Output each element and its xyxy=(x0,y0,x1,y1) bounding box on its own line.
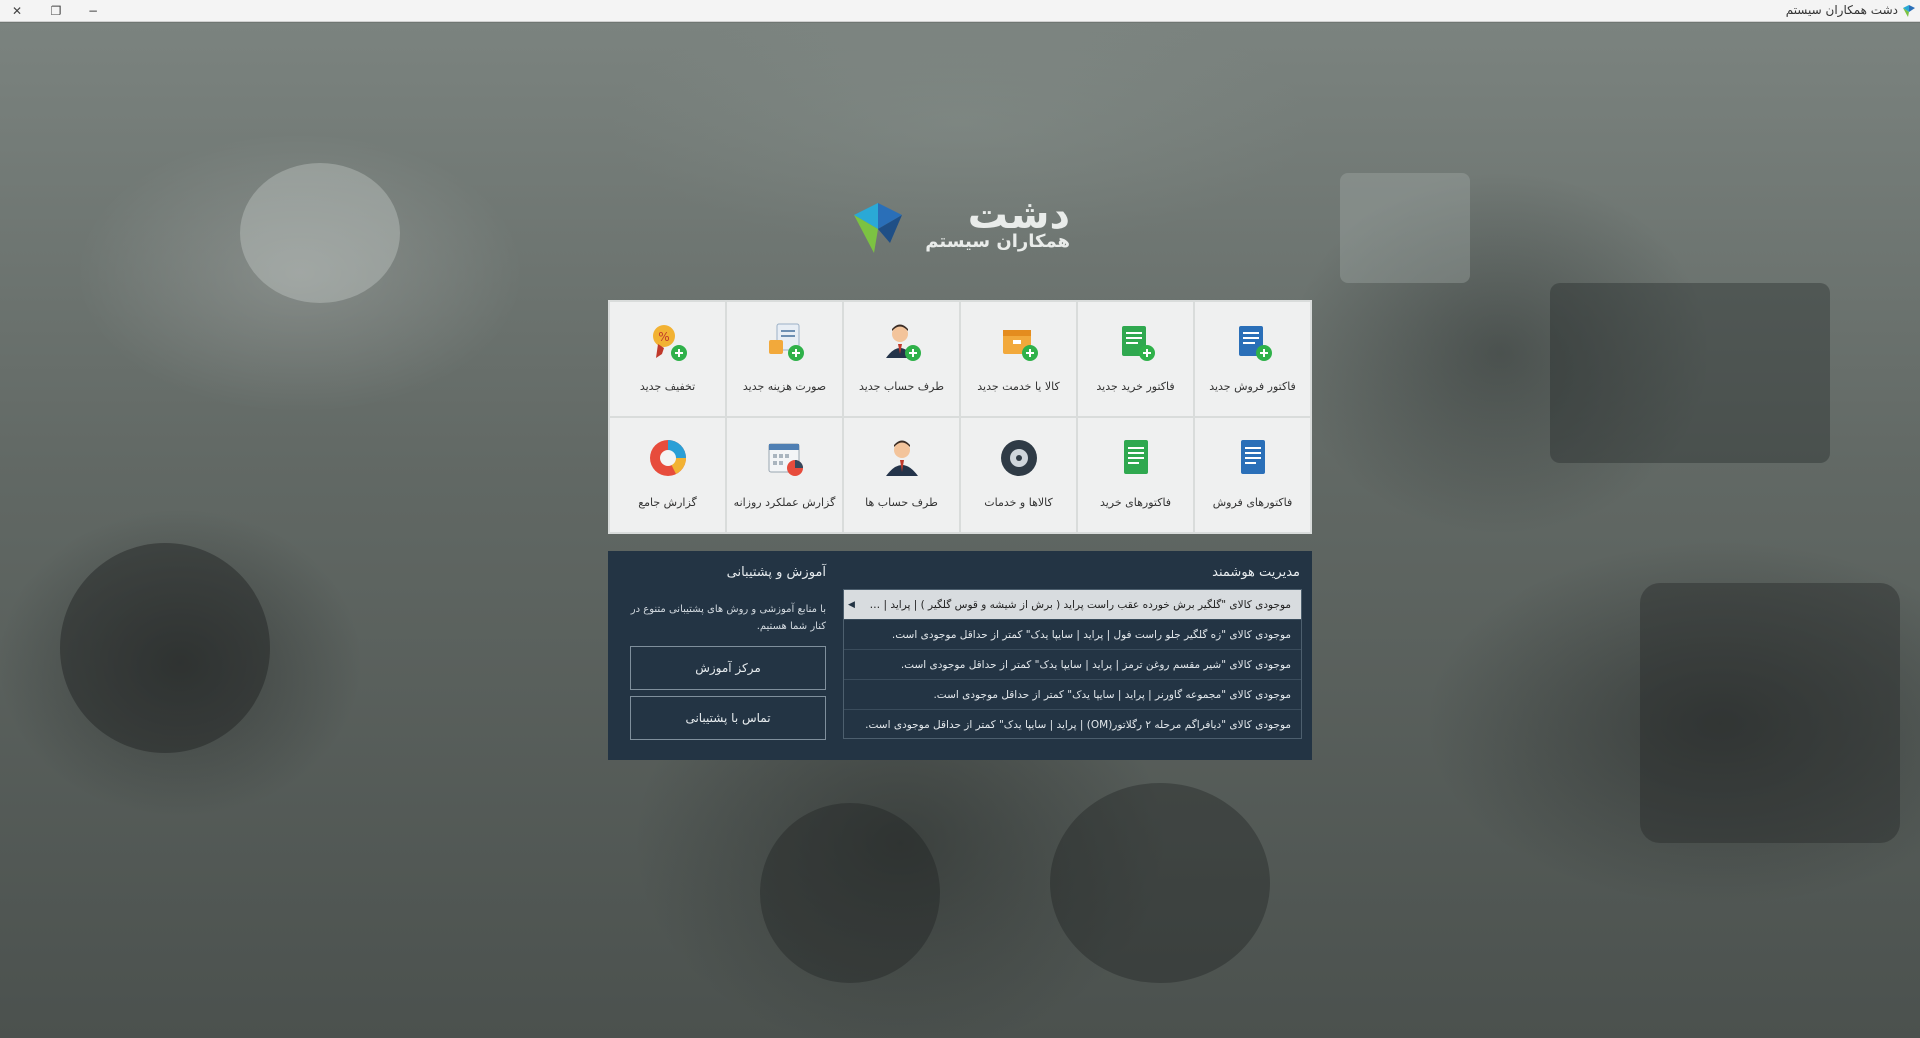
list-item-text: موجودی کالای "مجموعه گاورنر | پراید | سا… xyxy=(933,689,1291,701)
tile-products-services[interactable]: کالاها و خدمات xyxy=(961,418,1076,532)
app-logo-icon xyxy=(1903,5,1915,17)
support-title: آموزش و پشتیبانی xyxy=(726,565,826,580)
brand-logo: دشت همکاران سیستم xyxy=(850,195,1070,261)
tile-label: صورت هزینه جدید xyxy=(742,380,827,393)
products-services-icon xyxy=(1000,440,1037,476)
comprehensive-report-icon xyxy=(649,440,686,476)
tile-label: فاکتورهای فروش xyxy=(1212,496,1293,509)
tile-label: طرف حساب جدید xyxy=(859,380,944,393)
tile-account-parties[interactable]: طرف حساب ها xyxy=(844,418,959,532)
list-item[interactable]: موجودی کالای "دیافراگم مرحله ۲ رگلاتور(O… xyxy=(844,710,1301,740)
tile-daily-report[interactable]: گزارش عملکرد روزانه xyxy=(727,418,842,532)
tile-product-new[interactable]: کالا یا خدمت جدید xyxy=(961,302,1076,416)
tile-label: کالا یا خدمت جدید xyxy=(977,380,1060,393)
title-bar: ✕ ❐ − دشت همکاران سیستم xyxy=(0,0,1920,22)
expense-new-icon xyxy=(768,323,804,361)
tile-account-party-new[interactable]: طرف حساب جدید xyxy=(844,302,959,416)
restore-button[interactable]: ❐ xyxy=(45,2,67,20)
tile-label: گزارش عملکرد روزانه xyxy=(733,496,836,509)
list-item[interactable]: موجودی کالای "زه گلگیر جلو راست فول | پر… xyxy=(844,620,1301,650)
tile-label: فاکتورهای خرید xyxy=(1099,496,1172,509)
smart-management-list: موجودی کالای "گلگیر برش خورده عقب راست پ… xyxy=(843,589,1302,739)
window-title: دشت همکاران سیستم xyxy=(1785,3,1898,17)
tile-label: فاکتور خرید جدید xyxy=(1096,380,1175,393)
training-center-button[interactable]: مرکز آموزش xyxy=(630,646,826,690)
purchase-invoice-new-icon xyxy=(1121,326,1155,361)
account-party-new-icon xyxy=(885,324,921,361)
brand-cube-icon xyxy=(854,203,902,253)
minimize-button[interactable]: − xyxy=(82,2,104,20)
tile-purchase-invoices[interactable]: فاکتورهای خرید xyxy=(1078,418,1193,532)
product-new-icon xyxy=(1002,330,1038,361)
daily-report-icon xyxy=(768,443,803,476)
account-parties-icon xyxy=(885,440,918,476)
support-description: با منابع آموزشی و روش های پشتیبانی متنوع… xyxy=(630,604,826,632)
brand-subtitle: همکاران سیستم xyxy=(925,231,1070,252)
contact-support-button[interactable]: تماس با پشتیبانی xyxy=(630,696,826,740)
tile-label: فاکتور فروش جدید xyxy=(1209,380,1296,393)
smart-management-title: مدیریت هوشمند xyxy=(1212,565,1300,580)
tile-label: تخفیف جدید xyxy=(639,380,696,393)
list-item[interactable]: موجودی کالای "مجموعه گاورنر | پراید | سا… xyxy=(844,680,1301,710)
sales-invoices-icon xyxy=(1240,440,1265,474)
list-item-text: موجودی کالای "شیر مقسم روغن ترمز | پراید… xyxy=(900,659,1291,671)
purchase-invoices-icon xyxy=(1123,440,1148,474)
brand-name: دشت xyxy=(967,192,1070,238)
shortcut-grid: فاکتور فروش جدید فاکتور خرید جدید کالا ی… xyxy=(608,300,1312,534)
tile-label: کالاها و خدمات xyxy=(984,496,1053,509)
list-item-text: موجودی کالای "گلگیر برش خورده عقب راست پ… xyxy=(845,599,1291,611)
tile-expense-new[interactable]: صورت هزینه جدید xyxy=(727,302,842,416)
list-item[interactable]: موجودی کالای "گلگیر برش خورده عقب راست پ… xyxy=(844,590,1301,620)
tile-label: گزارش جامع xyxy=(638,496,697,509)
info-panel: مدیریت هوشمند موجودی کالای "گلگیر برش خو… xyxy=(608,551,1312,760)
tile-label: طرف حساب ها xyxy=(865,496,938,509)
close-button[interactable]: ✕ xyxy=(6,2,28,20)
svg-text:%: % xyxy=(658,330,669,344)
sales-invoice-new-icon xyxy=(1238,326,1272,361)
tile-sales-invoice-new[interactable]: فاکتور فروش جدید xyxy=(1195,302,1310,416)
list-item[interactable]: موجودی کالای "شیر مقسم روغن ترمز | پراید… xyxy=(844,650,1301,680)
list-item-text: موجودی کالای "دیافراگم مرحله ۲ رگلاتور(O… xyxy=(865,719,1291,731)
tile-sales-invoices[interactable]: فاکتورهای فروش xyxy=(1195,418,1310,532)
discount-new-icon: % xyxy=(652,325,687,361)
selected-arrow-icon: ◀ xyxy=(848,600,855,610)
tile-comprehensive-report[interactable]: گزارش جامع xyxy=(610,418,725,532)
tile-purchase-invoice-new[interactable]: فاکتور خرید جدید xyxy=(1078,302,1193,416)
tile-discount-new[interactable]: % تخفیف جدید xyxy=(610,302,725,416)
list-item-text: موجودی کالای "زه گلگیر جلو راست فول | پر… xyxy=(891,629,1291,641)
